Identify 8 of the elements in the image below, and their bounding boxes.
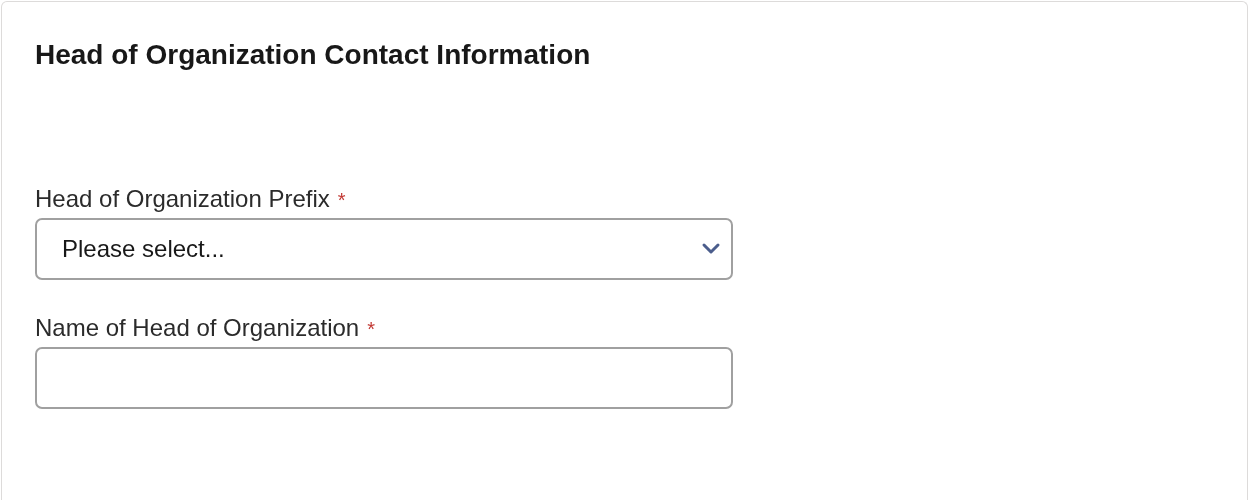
field-label: Name of Head of Organization *: [35, 313, 376, 343]
chevron-down-icon: [701, 242, 721, 256]
name-input-field[interactable]: [35, 347, 733, 409]
prefix-select[interactable]: Please select...: [35, 218, 733, 280]
required-asterisk: *: [367, 318, 375, 340]
required-asterisk: *: [337, 189, 346, 211]
section-title: Head of Organization Contact Information: [35, 38, 592, 72]
field-label: Head of Organization Prefix *: [35, 184, 347, 214]
